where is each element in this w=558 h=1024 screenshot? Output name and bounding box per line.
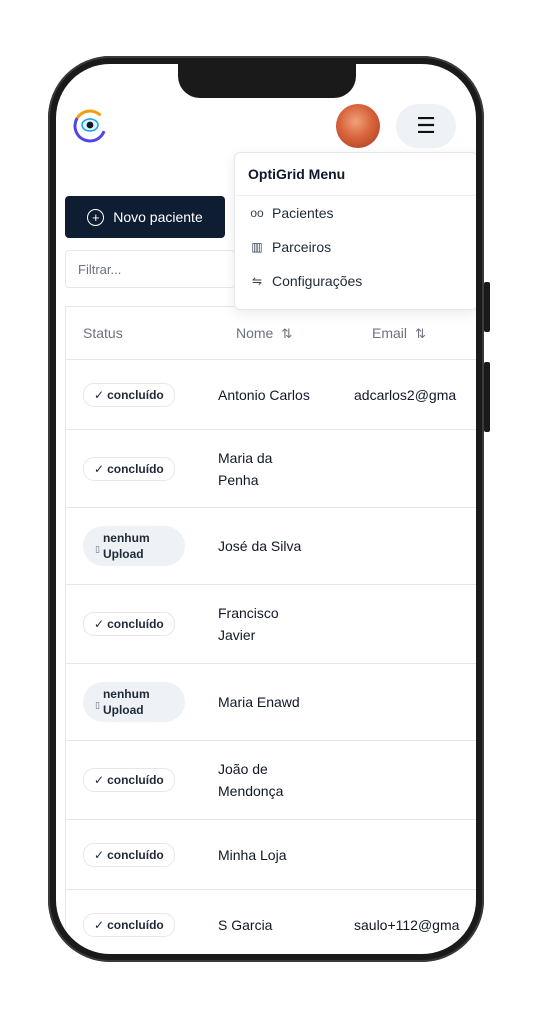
- table-header: Status Nome ⇅ Email ⇅: [66, 307, 476, 360]
- hamburger-menu-button[interactable]: ☰: [396, 104, 456, 148]
- menu-item-label: Parceiros: [272, 239, 332, 255]
- status-label: nenhum Upload: [102, 531, 150, 561]
- patient-name: Maria da Penha: [218, 449, 273, 488]
- menu-item-pacientes[interactable]: oo Pacientes: [235, 196, 476, 230]
- optigrid-menu-dropdown: OptiGrid Menu oo Pacientes ▥ Parceiros ⇋…: [234, 152, 476, 310]
- status-label: concluído: [107, 918, 164, 932]
- phone-notch: [178, 64, 356, 98]
- menu-title: OptiGrid Menu: [235, 153, 476, 196]
- table-row[interactable]: ▯ nenhum Upload Maria Enawd: [66, 664, 476, 741]
- status-label: concluído: [107, 617, 164, 631]
- volume-down-button: [484, 362, 490, 432]
- status-label: nenhum Upload: [102, 687, 150, 717]
- glasses-icon: oo: [250, 206, 264, 220]
- check-icon: ✓: [94, 918, 105, 932]
- table-row[interactable]: ✓ concluído S Garcia saulo+112@gma: [66, 890, 476, 954]
- column-email[interactable]: Email ⇅: [343, 325, 476, 342]
- column-status: Status: [83, 325, 123, 341]
- status-cell: ▯ nenhum Upload: [66, 526, 218, 566]
- sort-icon[interactable]: ⇅: [415, 326, 426, 341]
- app-screen: ☰ OptiGrid Menu oo Pacientes ▥ Parceiros…: [56, 64, 476, 954]
- new-patient-button[interactable]: + Novo paciente: [65, 196, 225, 238]
- menu-item-label: Configurações: [272, 273, 363, 289]
- status-badge: ✓ concluído: [83, 913, 175, 937]
- eye-logo-icon[interactable]: [72, 108, 108, 144]
- patients-table: Status Nome ⇅ Email ⇅ ✓ concluído Antonio C…: [65, 306, 476, 954]
- table-row[interactable]: ✓ concluído Maria da Penha: [66, 430, 476, 508]
- check-icon: ✓: [94, 617, 105, 631]
- patient-email: adcarlos2@gma: [354, 386, 457, 403]
- volume-up-button: [484, 282, 490, 332]
- sort-icon[interactable]: ⇅: [281, 326, 292, 341]
- new-patient-label: Novo paciente: [113, 209, 203, 225]
- document-icon: ▯: [95, 543, 100, 554]
- patient-name: Antonio Carlos: [218, 386, 310, 403]
- status-label: concluído: [107, 773, 164, 787]
- status-label: concluído: [107, 847, 164, 862]
- column-email-label: Email: [372, 324, 408, 341]
- status-cell: ▯ nenhum Upload: [66, 682, 218, 722]
- patient-email: saulo+112@gma: [354, 917, 460, 933]
- menu-item-label: Pacientes: [272, 205, 334, 221]
- check-icon: ✓: [94, 847, 105, 862]
- table-row[interactable]: ✓ concluído João de Mendonça: [66, 741, 476, 820]
- plus-circle-icon: +: [87, 208, 105, 226]
- table-row[interactable]: ✓ concluído Francisco Javier: [66, 585, 476, 664]
- document-icon: ▯: [95, 699, 100, 710]
- patient-name: João de Mendonça: [218, 761, 284, 799]
- patient-name: Minha Loja: [218, 846, 287, 863]
- patient-name: Maria Enawd: [218, 694, 300, 710]
- column-name-label: Nome: [236, 324, 274, 341]
- status-cell: ✓ concluído: [66, 382, 218, 407]
- status-cell: ✓ concluído: [66, 842, 218, 867]
- status-badge: ✓ concluído: [83, 842, 175, 867]
- status-badge: ✓ concluído: [83, 456, 175, 481]
- status-label: concluído: [107, 461, 164, 476]
- building-icon: ▥: [251, 240, 263, 254]
- table-row[interactable]: ✓ concluído Minha Loja: [66, 820, 476, 890]
- status-cell: ✓ concluído: [66, 913, 218, 937]
- table-row[interactable]: ✓ concluído Antonio Carlos adcarlos2@gma: [66, 360, 476, 430]
- status-label: concluído: [107, 387, 164, 402]
- status-cell: ✓ concluído: [66, 768, 218, 792]
- patient-name: S Garcia: [218, 917, 273, 933]
- status-badge: ✓ concluído: [83, 612, 175, 636]
- menu-item-configuracoes[interactable]: ⇋ Configurações: [235, 264, 476, 298]
- check-icon: ✓: [94, 773, 105, 787]
- table-row[interactable]: ▯ nenhum Upload José da Silva: [66, 508, 476, 585]
- column-name[interactable]: Nome ⇅: [207, 325, 343, 342]
- check-icon: ✓: [94, 461, 105, 476]
- status-badge: ▯ nenhum Upload: [83, 526, 185, 566]
- filter-input[interactable]: [65, 250, 235, 288]
- patient-name: José da Silva: [218, 538, 302, 554]
- status-badge: ✓ concluído: [83, 382, 175, 407]
- hamburger-icon: ☰: [416, 113, 436, 138]
- check-icon: ✓: [94, 387, 105, 402]
- user-avatar[interactable]: [336, 104, 380, 148]
- status-cell: ✓ concluído: [66, 456, 218, 481]
- status-cell: ✓ concluído: [66, 612, 218, 636]
- status-badge: ✓ concluído: [83, 768, 175, 792]
- patient-name: Francisco Javier: [218, 605, 279, 643]
- sliders-icon: ⇋: [251, 274, 263, 288]
- status-badge: ▯ nenhum Upload: [83, 682, 185, 722]
- menu-item-parceiros[interactable]: ▥ Parceiros: [235, 230, 476, 264]
